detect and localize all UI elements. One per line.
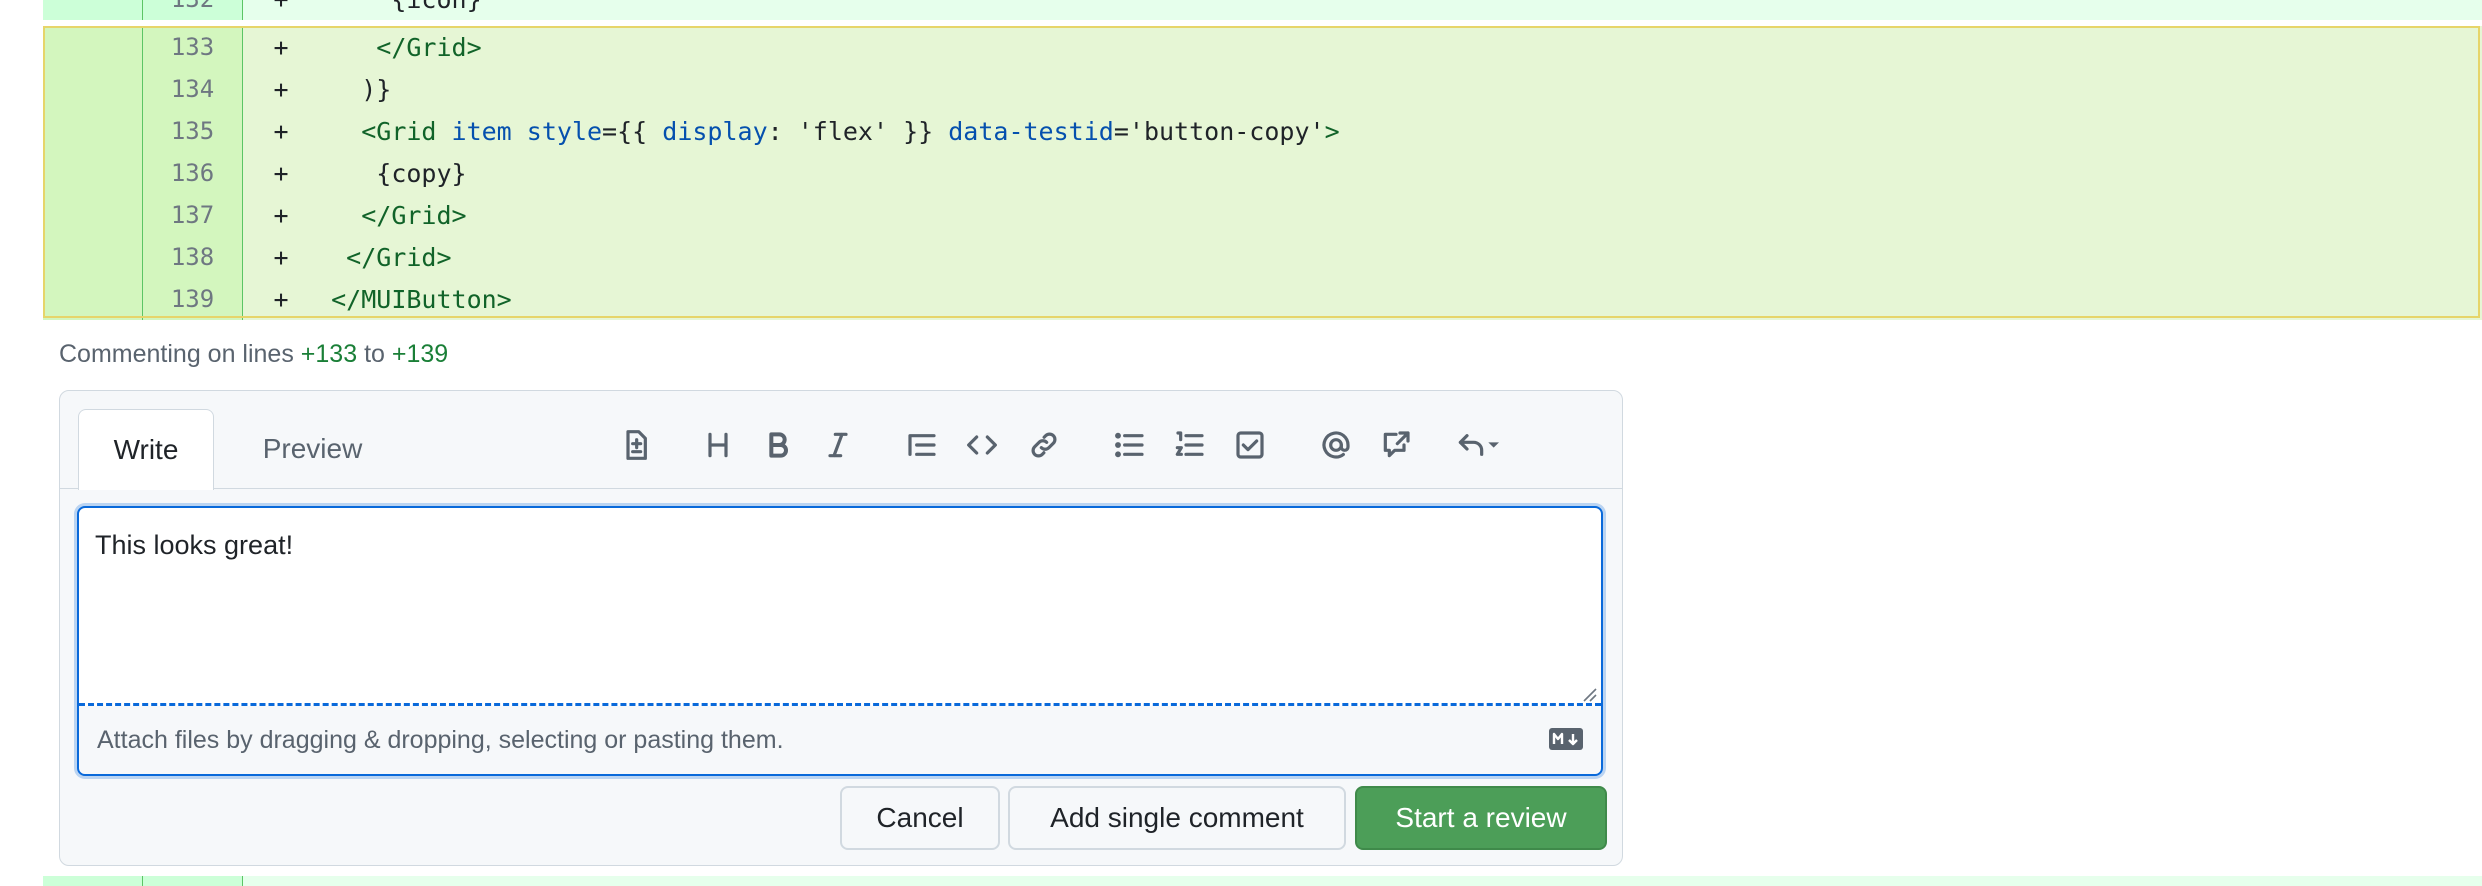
diff-marker: + [273, 74, 289, 104]
code-text: {icon} [301, 0, 481, 14]
diff-marker: + [273, 284, 289, 314]
heading-icon[interactable] [696, 423, 740, 467]
code-text: </Grid> [301, 32, 482, 62]
bullet-list-icon[interactable] [1108, 423, 1152, 467]
code-token: <Grid [361, 116, 452, 146]
code-text: </Grid> [301, 242, 452, 272]
line-number[interactable]: 136 [143, 152, 243, 194]
diff-marker: + [273, 200, 289, 230]
code-token: {copy} [376, 158, 467, 188]
line-number[interactable]: 132 [143, 0, 243, 20]
code-text: </MUIButton> [301, 285, 512, 314]
code-token: </Grid> [361, 200, 467, 230]
diff-line[interactable]: 135 + <Grid item style={{ display: 'flex'… [43, 110, 2482, 152]
attach-files-text: Attach files by dragging & dropping, sel… [97, 725, 784, 754]
diff-marker: + [273, 32, 289, 62]
old-line-gutter[interactable] [43, 194, 143, 236]
commenting-prefix: Commenting on lines [59, 340, 294, 368]
old-line-gutter[interactable] [43, 278, 143, 320]
diff-marker: + [273, 116, 289, 146]
range-start: +133 [300, 340, 358, 368]
code-token: )} [361, 74, 392, 104]
diff-line[interactable]: 134 + )} [43, 68, 2482, 110]
range-to-word: to [364, 340, 385, 368]
diff-line[interactable]: 138 + </Grid> [43, 236, 2482, 278]
code-token: </MUIButton> [331, 284, 512, 314]
diff-marker: + [273, 158, 289, 188]
code-token: 'button-copy' [1128, 116, 1325, 146]
code-token: </Grid> [346, 242, 452, 272]
mention-icon[interactable] [1314, 423, 1358, 467]
old-line-gutter[interactable] [43, 152, 143, 194]
task-list-icon[interactable] [1228, 423, 1272, 467]
cancel-button[interactable]: Cancel [840, 786, 1000, 850]
diff-line[interactable]: 137 + </Grid> [43, 194, 2482, 236]
quote-icon[interactable] [900, 423, 944, 467]
markdown-icon[interactable] [1549, 728, 1583, 750]
numbered-list-icon[interactable] [1168, 423, 1212, 467]
code-token: {icon} [391, 0, 481, 14]
comment-editor: This looks great! Attach files by draggi… [77, 506, 1603, 776]
resize-handle-icon[interactable] [1579, 684, 1597, 702]
code-token: = [1113, 116, 1129, 146]
diff-marker: + [273, 242, 289, 272]
code-text: </Grid> [301, 200, 467, 230]
comment-form: Write Preview This looks great! Attach f… [59, 390, 1623, 866]
code-text: )} [301, 75, 391, 104]
code-token: ={{ [602, 116, 663, 146]
code-token: data-testid [948, 116, 1114, 146]
code-icon[interactable] [960, 423, 1004, 467]
add-suggestion-icon[interactable] [614, 423, 658, 467]
next-diff-line [43, 876, 2482, 886]
code-token: : 'flex' }} [767, 116, 949, 146]
line-number[interactable]: 133 [143, 26, 243, 68]
italic-icon[interactable] [816, 423, 860, 467]
diff-line[interactable]: 133 + </Grid> [43, 26, 2482, 68]
diff-line[interactable]: 136 + {copy} [43, 152, 2482, 194]
old-line-gutter[interactable] [43, 110, 143, 152]
old-line-gutter[interactable] [43, 26, 143, 68]
add-single-comment-button[interactable]: Add single comment [1008, 786, 1346, 850]
editor-tabbar: Write Preview [60, 391, 1622, 490]
cross-reference-icon[interactable] [1374, 423, 1418, 467]
reply-icon[interactable] [1444, 423, 1514, 467]
line-number[interactable]: 135 [143, 110, 243, 152]
attach-files-bar[interactable]: Attach files by dragging & dropping, sel… [79, 706, 1601, 774]
old-line-gutter[interactable] [43, 0, 143, 20]
code-text: <Grid item style={{ display: 'flex' }} d… [301, 116, 1340, 146]
code-token: item style [451, 116, 603, 146]
comment-textarea[interactable]: This looks great! [79, 508, 1601, 706]
line-number[interactable]: 137 [143, 194, 243, 236]
code-text: {copy} [301, 158, 467, 188]
diff-line[interactable]: 139 + </MUIButton> [43, 278, 2482, 320]
tab-write[interactable]: Write [78, 409, 214, 490]
left-gutter [0, 0, 43, 886]
old-line-gutter[interactable] [43, 68, 143, 110]
code-token: </Grid> [376, 32, 482, 62]
diff-view: 132 + {icon} 133 + </Grid> 134 + )} 135 + <Grid… [43, 0, 2482, 320]
tab-preview[interactable]: Preview [240, 409, 385, 489]
line-number[interactable]: 138 [143, 236, 243, 278]
code-token: display [662, 116, 768, 146]
diff-marker: + [261, 0, 301, 14]
bold-icon[interactable] [756, 423, 800, 467]
start-review-button[interactable]: Start a review [1355, 786, 1607, 850]
line-number[interactable]: 139 [143, 278, 243, 320]
code-token: > [1324, 116, 1340, 146]
diff-line[interactable]: 132 + {icon} [43, 0, 2482, 20]
commenting-range: Commenting on lines +133 to +139 [59, 340, 448, 369]
line-number[interactable]: 134 [143, 68, 243, 110]
link-icon[interactable] [1022, 423, 1066, 467]
range-end: +139 [391, 340, 449, 368]
old-line-gutter[interactable] [43, 236, 143, 278]
